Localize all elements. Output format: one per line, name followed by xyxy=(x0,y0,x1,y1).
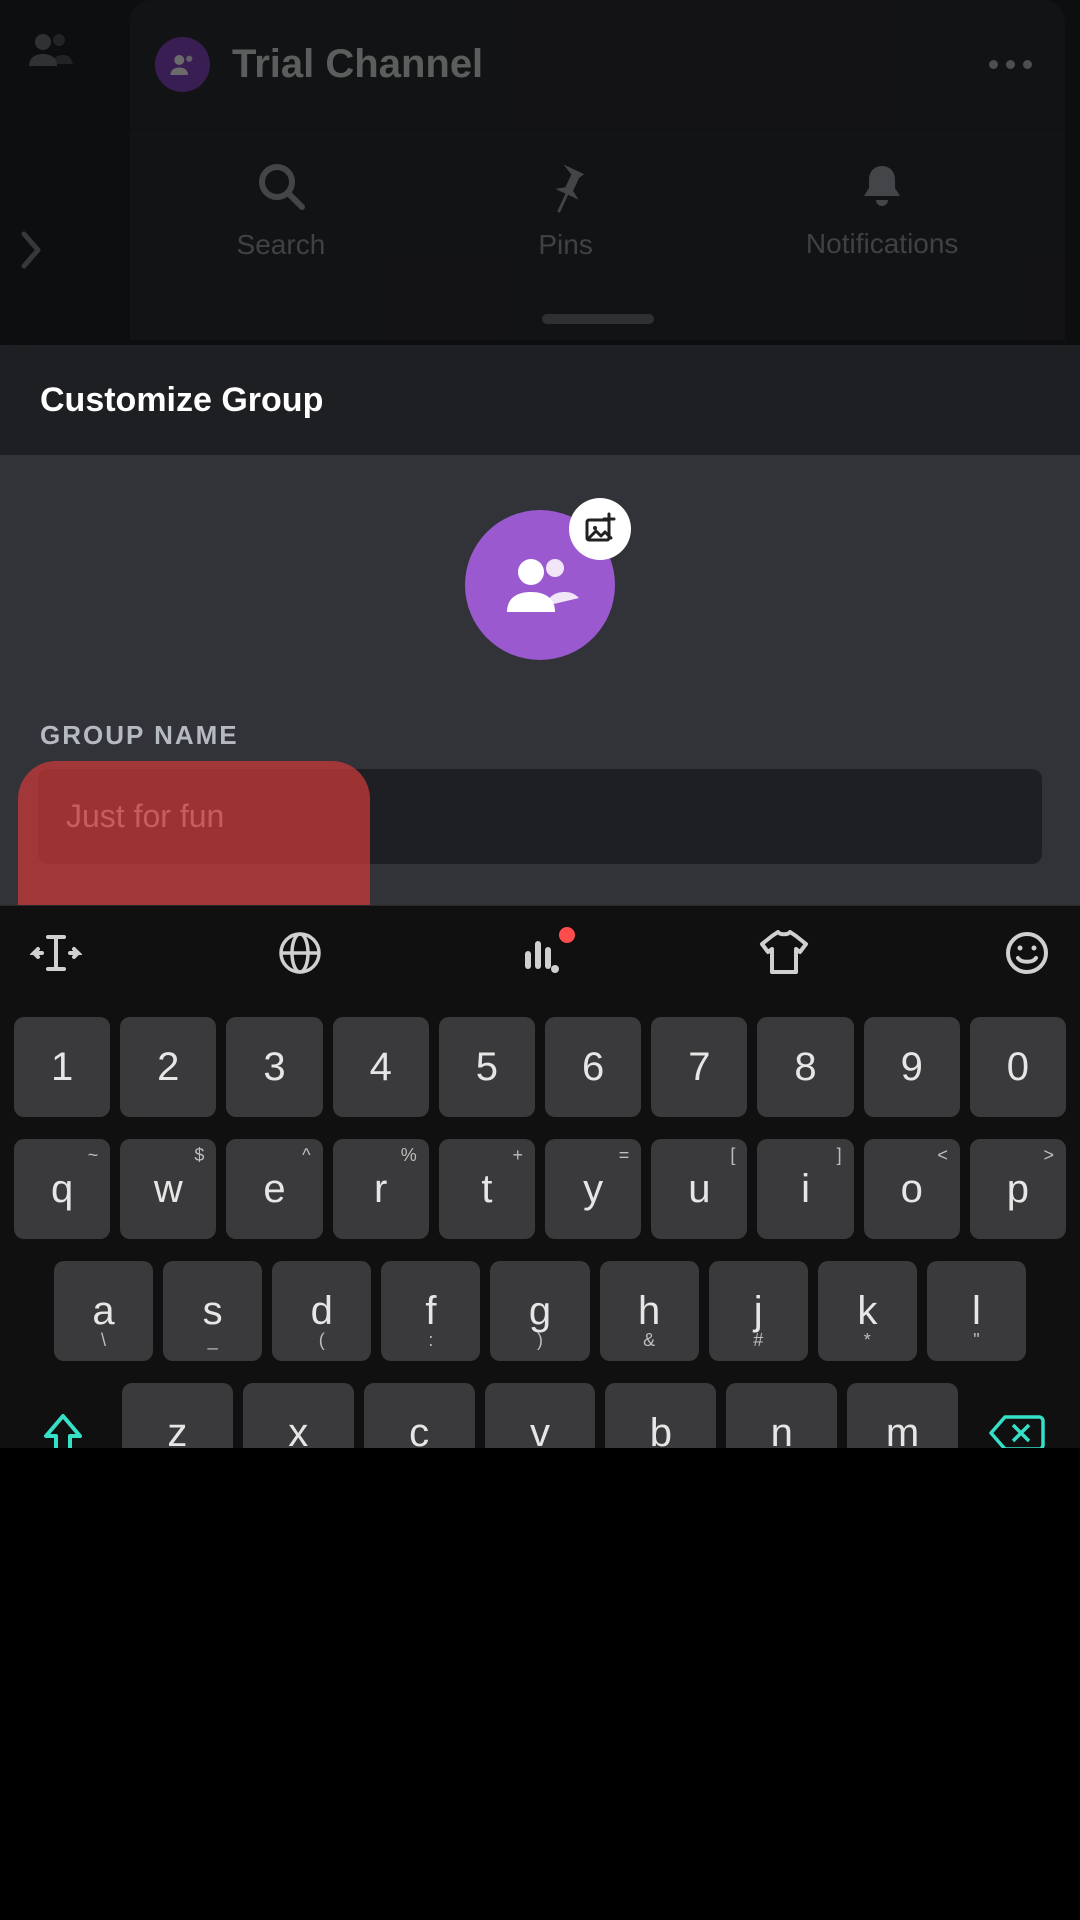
key-f[interactable]: f: xyxy=(381,1261,480,1361)
server-sidebar xyxy=(0,0,115,340)
key-a[interactable]: a\ xyxy=(54,1261,153,1361)
key-9[interactable]: 9 xyxy=(864,1017,960,1117)
key-q[interactable]: q~ xyxy=(14,1139,110,1239)
sheet-drag-handle[interactable] xyxy=(542,314,654,324)
key-i[interactable]: i] xyxy=(757,1139,853,1239)
key-p[interactable]: p> xyxy=(970,1139,1066,1239)
key-e[interactable]: e^ xyxy=(226,1139,322,1239)
search-action[interactable]: Search xyxy=(237,159,326,261)
pins-label: Pins xyxy=(538,229,592,261)
key-r[interactable]: r% xyxy=(333,1139,429,1239)
theme-tshirt-icon[interactable] xyxy=(758,930,810,981)
key-o[interactable]: o< xyxy=(864,1139,960,1239)
key-b[interactable]: b xyxy=(605,1383,716,1448)
notifications-label: Notifications xyxy=(806,228,959,260)
key-3[interactable]: 3 xyxy=(226,1017,322,1117)
key-n[interactable]: n xyxy=(726,1383,837,1448)
key-m[interactable]: m° xyxy=(847,1383,958,1448)
upload-image-icon[interactable] xyxy=(569,498,631,560)
group-name-input[interactable] xyxy=(38,769,1042,864)
notifications-action[interactable]: Notifications xyxy=(806,160,959,260)
cursor-move-icon[interactable] xyxy=(30,931,82,980)
key-5[interactable]: 5 xyxy=(439,1017,535,1117)
key-v[interactable]: v! xyxy=(485,1383,596,1448)
emoji-icon[interactable] xyxy=(1004,930,1050,981)
backspace-key[interactable] xyxy=(968,1383,1066,1448)
sheet-title: Customize Group xyxy=(40,381,323,420)
voice-input-icon[interactable] xyxy=(517,933,563,979)
key-g[interactable]: g) xyxy=(490,1261,589,1361)
pins-action[interactable]: Pins xyxy=(538,159,592,261)
key-8[interactable]: 8 xyxy=(757,1017,853,1117)
key-u[interactable]: u[ xyxy=(651,1139,747,1239)
key-x[interactable]: x' xyxy=(243,1383,354,1448)
key-k[interactable]: k* xyxy=(818,1261,917,1361)
group-name-field-label: GROUP NAME xyxy=(40,720,1080,751)
key-0[interactable]: 0 xyxy=(970,1017,1066,1117)
more-options-button[interactable] xyxy=(980,35,1040,95)
key-1[interactable]: 1 xyxy=(14,1017,110,1117)
key-z[interactable]: z@ xyxy=(122,1383,233,1448)
key-s[interactable]: s_ xyxy=(163,1261,262,1361)
group-avatar-picker[interactable] xyxy=(465,510,615,660)
chevron-forward-icon[interactable] xyxy=(20,230,44,280)
key-l[interactable]: l" xyxy=(927,1261,1026,1361)
channel-avatar-icon xyxy=(155,37,210,92)
search-label: Search xyxy=(237,229,326,261)
notification-dot xyxy=(559,927,575,943)
key-w[interactable]: w$ xyxy=(120,1139,216,1239)
key-c[interactable]: c xyxy=(364,1383,475,1448)
key-4[interactable]: 4 xyxy=(333,1017,429,1117)
channel-title: Trial Channel xyxy=(232,42,980,87)
key-j[interactable]: j# xyxy=(709,1261,808,1361)
key-y[interactable]: y= xyxy=(545,1139,641,1239)
key-6[interactable]: 6 xyxy=(545,1017,641,1117)
dm-home-icon[interactable] xyxy=(25,30,73,75)
key-2[interactable]: 2 xyxy=(120,1017,216,1117)
sheet-header: Customize Group xyxy=(0,345,1080,455)
shift-key[interactable] xyxy=(14,1383,112,1448)
key-7[interactable]: 7 xyxy=(651,1017,747,1117)
globe-language-icon[interactable] xyxy=(277,930,323,981)
key-h[interactable]: h& xyxy=(600,1261,699,1361)
key-t[interactable]: t+ xyxy=(439,1139,535,1239)
soft-keyboard: 1234567890 q~w$e^r%t+y=u[i]o<p> a\s_d(f:… xyxy=(0,905,1080,1448)
channel-info-panel: Trial Channel Search Pins Notifications xyxy=(130,0,1065,340)
key-d[interactable]: d( xyxy=(272,1261,371,1361)
